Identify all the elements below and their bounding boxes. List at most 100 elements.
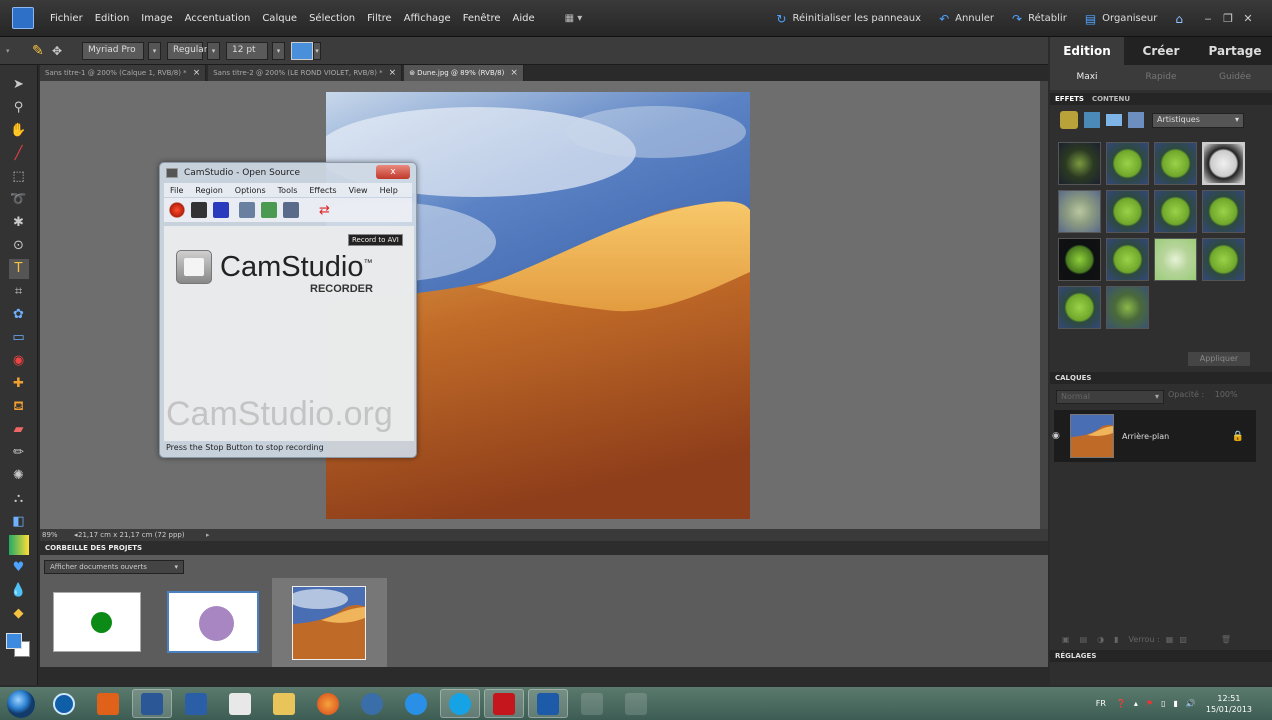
opacity-value[interactable]: 100% (1215, 390, 1238, 399)
tab-contenu[interactable]: CONTENU (1092, 95, 1130, 103)
options-menu-icon[interactable]: ▾ (6, 47, 18, 55)
app-logo-icon[interactable] (12, 7, 34, 29)
home-button[interactable]: ⌂ (1166, 12, 1198, 26)
effect-thumbnail[interactable] (1106, 142, 1149, 185)
blend-mode-select[interactable]: Normal ▾ (1056, 390, 1164, 404)
maximize-button[interactable]: ❐ (1218, 12, 1238, 25)
straighten-tool-icon[interactable]: ▭ (9, 328, 29, 348)
new-group-icon[interactable]: ▤ (1080, 635, 1088, 644)
effect-thumbnail[interactable] (1154, 238, 1197, 281)
close-button[interactable]: ✕ (1238, 12, 1258, 25)
taskbar-media-player[interactable] (88, 689, 128, 718)
taskbar-hp[interactable] (44, 689, 84, 718)
selection-brush-tool-icon[interactable]: ⊙ (9, 236, 29, 256)
minimize-button[interactable]: ‒ (1198, 12, 1218, 25)
clock[interactable]: 12:51 15/01/2013 (1206, 693, 1252, 715)
region-icon[interactable] (239, 202, 255, 218)
taskbar-explorer[interactable] (264, 689, 304, 718)
menu-calque[interactable]: Calque (256, 13, 303, 24)
move-tool-icon[interactable]: ➤ (9, 75, 29, 95)
layer-styles-icon[interactable] (1084, 112, 1100, 128)
effect-thumbnail[interactable] (1202, 238, 1245, 281)
menu-image[interactable]: Image (135, 13, 178, 24)
menu-affichage[interactable]: Affichage (398, 13, 457, 24)
effect-thumbnail[interactable] (1106, 190, 1149, 233)
taskbar-mail[interactable] (176, 689, 216, 718)
tab-creer[interactable]: Créer (1124, 37, 1198, 65)
tab-edition[interactable]: Edition (1050, 37, 1124, 65)
help-icon[interactable]: ❓ (1116, 699, 1126, 708)
annotation-icon[interactable] (261, 202, 277, 218)
paint-bucket-tool-icon[interactable]: ◧ (9, 512, 29, 532)
layout-menu-icon[interactable]: ▦ ▾ (559, 13, 589, 24)
network-tray-icon[interactable]: ▮ (1174, 699, 1178, 708)
font-family-select[interactable]: Myriad Pro (82, 41, 144, 60)
font-size-input[interactable]: 12 pt (226, 41, 268, 60)
pencil-tool-icon[interactable]: ✏ (9, 443, 29, 463)
cam-menu-effects[interactable]: Effects (303, 186, 342, 195)
effect-thumbnail[interactable] (1058, 286, 1101, 329)
pencil-tool-icon[interactable]: ✎ (32, 43, 52, 59)
apply-button[interactable]: Appliquer (1188, 352, 1250, 366)
effect-thumbnail-selected[interactable] (1202, 142, 1245, 185)
tab-maxi[interactable]: Maxi (1050, 65, 1124, 90)
close-tab-icon[interactable]: × (510, 68, 518, 78)
eyedropper-tool-icon[interactable]: ╱ (9, 144, 29, 164)
effect-thumbnail[interactable] (1058, 142, 1101, 185)
hand-tool-icon[interactable]: ✋ (9, 121, 29, 141)
taskbar-firefox[interactable] (308, 689, 348, 718)
tray-expand-icon[interactable]: ▴ (1134, 699, 1138, 708)
font-style-select[interactable]: Regular (167, 41, 208, 60)
eraser-tool-icon[interactable]: ▰ (9, 420, 29, 440)
lock-all-icon[interactable]: ▧ (1179, 635, 1187, 644)
lock-icon[interactable]: 🔒 (1232, 431, 1244, 442)
taskbar-internet-explorer[interactable] (396, 689, 436, 718)
cam-menu-view[interactable]: View (343, 186, 374, 195)
layer-name[interactable]: Arrière-plan (1122, 432, 1169, 441)
cam-menu-help[interactable]: Help (374, 186, 404, 195)
device-icon[interactable]: ▯ (1161, 699, 1165, 708)
lasso-tool-icon[interactable]: ➰ (9, 190, 29, 210)
foreground-color-swatch[interactable] (5, 633, 22, 649)
all-effects-icon[interactable] (1128, 112, 1144, 128)
undo-button[interactable]: ↶ Annuler (930, 12, 1003, 26)
red-eye-tool-icon[interactable]: ◉ (9, 351, 29, 371)
cam-menu-region[interactable]: Region (189, 186, 228, 195)
cam-menu-file[interactable]: File (164, 186, 189, 195)
cam-menu-options[interactable]: Options (229, 186, 272, 195)
mask-icon[interactable]: ▮ (1114, 635, 1118, 644)
new-layer-icon[interactable]: ▣ (1062, 635, 1070, 644)
redo-button[interactable]: ↷ Rétablir (1003, 12, 1076, 26)
font-size-dropdown-icon[interactable]: ▾ (272, 41, 285, 60)
marquee-tool-icon[interactable]: ⬚ (9, 167, 29, 187)
tab-sans-titre-2[interactable]: Sans titre-2 @ 200% (LE ROND VIOLET, RVB… (208, 65, 403, 81)
reset-panels-button[interactable]: ↻ Réinitialiser les panneaux (767, 12, 930, 26)
camstudio-close-button[interactable]: x (376, 165, 410, 179)
color-dropdown-icon[interactable]: ▾ (313, 41, 321, 60)
swf-convert-icon[interactable]: ⇄ (319, 203, 330, 218)
taskbar-acrobat[interactable] (484, 689, 524, 718)
trash-icon[interactable]: 🗑 (1221, 635, 1231, 644)
tab-dune[interactable]: ⊛ Dune.jpg @ 89% (RVB/8) × (404, 65, 524, 81)
tab-effets[interactable]: EFFETS (1055, 95, 1084, 103)
organizer-button[interactable]: ▤ Organiseur (1076, 12, 1167, 26)
bin-filter-select[interactable]: Afficher documents ouverts ▾ (44, 560, 184, 574)
tab-guidee[interactable]: Guidée (1198, 65, 1272, 90)
menu-accentuation[interactable]: Accentuation (179, 13, 257, 24)
effect-thumbnail[interactable] (1106, 286, 1149, 329)
taskbar-photoshop-elements[interactable] (528, 689, 568, 718)
zoom-level[interactable]: 89% (40, 531, 74, 539)
menu-edition[interactable]: Edition (89, 13, 136, 24)
effect-thumbnail[interactable] (1154, 142, 1197, 185)
taskbar-pinned-2[interactable] (616, 689, 656, 718)
sponge-tool-icon[interactable]: ◆ (9, 604, 29, 624)
adjustment-layer-icon[interactable]: ◑ (1097, 635, 1104, 644)
tab-rapide[interactable]: Rapide (1124, 65, 1198, 90)
close-tab-icon[interactable]: × (389, 68, 397, 78)
opacity-control[interactable]: Opacité : 100% (1168, 390, 1250, 404)
font-family-dropdown-icon[interactable]: ▾ (148, 41, 161, 60)
menu-fenetre[interactable]: Fenêtre (457, 13, 507, 24)
record-button-icon[interactable] (169, 202, 185, 218)
start-button[interactable] (2, 689, 40, 718)
language-indicator[interactable]: FR (1096, 699, 1106, 708)
